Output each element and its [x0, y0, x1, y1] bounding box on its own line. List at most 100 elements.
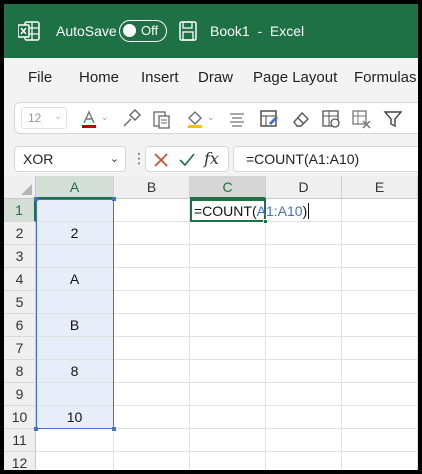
cell-a1[interactable]	[36, 199, 114, 222]
cell-c7[interactable]	[190, 337, 266, 360]
cell-a3[interactable]	[36, 245, 114, 268]
accessibility-check-icon[interactable]	[259, 109, 279, 129]
cell-b5[interactable]	[114, 291, 190, 314]
cell-b11[interactable]	[114, 429, 190, 452]
cell-a12[interactable]	[36, 452, 114, 470]
cell-a11[interactable]	[36, 429, 114, 452]
cell-c3[interactable]	[190, 245, 266, 268]
cell-a7[interactable]	[36, 337, 114, 360]
cell-a10[interactable]: 10	[36, 406, 114, 429]
cell-d4[interactable]	[266, 268, 342, 291]
insert-function-button[interactable]: fx	[204, 149, 219, 168]
chevron-down-icon[interactable]: ⌄	[110, 152, 119, 165]
cell-b8[interactable]	[114, 360, 190, 383]
clear-icon[interactable]	[291, 109, 311, 129]
active-cell-c1[interactable]: =COUNT(A1:A10)	[190, 199, 310, 222]
column-header-b[interactable]: B	[114, 176, 190, 199]
cell-d2[interactable]	[266, 222, 342, 245]
cell-e5[interactable]	[342, 291, 418, 314]
cell-b10[interactable]	[114, 406, 190, 429]
cell-d10[interactable]	[266, 406, 342, 429]
formula-input[interactable]: =COUNT(A1:A10)	[233, 146, 418, 172]
cell-c6[interactable]	[190, 314, 266, 337]
cell-b2[interactable]	[114, 222, 190, 245]
column-header-e[interactable]: E	[342, 176, 418, 199]
tab-file[interactable]: File	[28, 69, 52, 86]
cell-c8[interactable]	[190, 360, 266, 383]
cell-d8[interactable]	[266, 360, 342, 383]
cell-b1[interactable]	[114, 199, 190, 222]
cell-a8[interactable]: 8	[36, 360, 114, 383]
paste-special-icon[interactable]	[151, 109, 171, 129]
chevron-down-icon[interactable]: ⌄	[101, 112, 121, 132]
save-icon[interactable]	[179, 21, 197, 41]
row-header-6[interactable]: 6	[4, 314, 36, 337]
tab-home[interactable]: Home	[79, 69, 119, 86]
cell-a9[interactable]	[36, 383, 114, 406]
cell-d6[interactable]	[266, 314, 342, 337]
format-painter-icon[interactable]	[121, 109, 141, 129]
row-header-12[interactable]: 12	[4, 452, 36, 470]
tab-draw[interactable]: Draw	[198, 69, 233, 86]
cell-d11[interactable]	[266, 429, 342, 452]
cell-e2[interactable]	[342, 222, 418, 245]
name-box[interactable]: XOR ⌄	[14, 146, 126, 172]
cell-e9[interactable]	[342, 383, 418, 406]
row-header-4[interactable]: 4	[4, 268, 36, 291]
cell-e8[interactable]	[342, 360, 418, 383]
cell-c2[interactable]	[190, 222, 266, 245]
cell-c12[interactable]	[190, 452, 266, 470]
delete-format-icon[interactable]	[351, 109, 371, 129]
cell-e12[interactable]	[342, 452, 418, 470]
cell-e10[interactable]	[342, 406, 418, 429]
cell-c10[interactable]	[190, 406, 266, 429]
cell-c4[interactable]	[190, 268, 266, 291]
column-header-c[interactable]: C	[190, 176, 266, 199]
cell-b9[interactable]	[114, 383, 190, 406]
cell-d9[interactable]	[266, 383, 342, 406]
font-size-select[interactable]: 12 ⌄	[21, 107, 67, 129]
align-icon[interactable]	[227, 109, 247, 129]
cell-d3[interactable]	[266, 245, 342, 268]
column-header-d[interactable]: D	[266, 176, 342, 199]
cell-b6[interactable]	[114, 314, 190, 337]
autosave-toggle[interactable]: Off	[119, 20, 167, 42]
cell-a5[interactable]	[36, 291, 114, 314]
cell-b4[interactable]	[114, 268, 190, 291]
font-color-icon[interactable]	[79, 109, 99, 129]
cell-e11[interactable]	[342, 429, 418, 452]
cell-e3[interactable]	[342, 245, 418, 268]
row-header-1[interactable]: 1	[4, 199, 36, 222]
cell-c9[interactable]	[190, 383, 266, 406]
chevron-down-icon[interactable]: ⌄	[207, 112, 227, 132]
tab-formulas[interactable]: Formulas	[354, 69, 417, 86]
cell-a6[interactable]: B	[36, 314, 114, 337]
cell-b12[interactable]	[114, 452, 190, 470]
more-options-icon[interactable]: ⋮	[132, 150, 146, 167]
cell-c11[interactable]	[190, 429, 266, 452]
filter-icon[interactable]	[383, 109, 403, 129]
cell-c5[interactable]	[190, 291, 266, 314]
row-header-10[interactable]: 10	[4, 406, 36, 429]
cell-d12[interactable]	[266, 452, 342, 470]
cell-e6[interactable]	[342, 314, 418, 337]
cell-e4[interactable]	[342, 268, 418, 291]
tab-page-layout[interactable]: Page Layout	[253, 69, 337, 86]
cell-b7[interactable]	[114, 337, 190, 360]
row-header-5[interactable]: 5	[4, 291, 36, 314]
select-all-corner[interactable]	[4, 176, 36, 199]
fill-handle[interactable]	[263, 219, 268, 224]
row-header-9[interactable]: 9	[4, 383, 36, 406]
cell-e1[interactable]	[342, 199, 418, 222]
column-header-a[interactable]: A	[36, 176, 114, 199]
row-header-3[interactable]: 3	[4, 245, 36, 268]
fill-color-icon[interactable]	[185, 109, 205, 129]
cell-d7[interactable]	[266, 337, 342, 360]
tab-insert[interactable]: Insert	[141, 69, 179, 86]
cell-b3[interactable]	[114, 245, 190, 268]
cell-a2[interactable]: 2	[36, 222, 114, 245]
row-header-2[interactable]: 2	[4, 222, 36, 245]
cancel-icon[interactable]	[152, 151, 170, 169]
row-header-8[interactable]: 8	[4, 360, 36, 383]
cell-d5[interactable]	[266, 291, 342, 314]
